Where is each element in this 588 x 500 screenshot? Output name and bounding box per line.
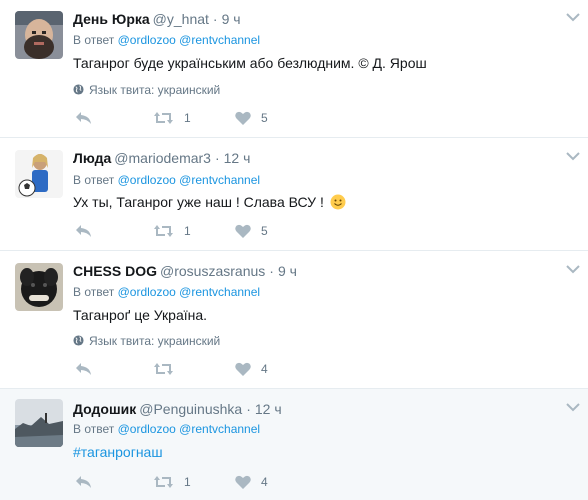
like-count: 4 xyxy=(261,475,268,489)
hashtag-link[interactable]: #таганрогнаш xyxy=(73,444,163,460)
reply-icon xyxy=(76,476,91,488)
retweet-button[interactable] xyxy=(153,361,184,377)
retweet-icon xyxy=(154,112,173,124)
reply-button[interactable] xyxy=(75,110,92,126)
tweet-text: Ух ты, Таганрог уже наш ! Слава ВСУ ! xyxy=(73,193,558,211)
tweet-text: Таганрог буде українським або безлюдним.… xyxy=(73,55,427,71)
chevron-down-icon[interactable] xyxy=(566,402,580,412)
author-name[interactable]: Люда xyxy=(73,150,111,166)
like-button[interactable]: 4 xyxy=(235,474,268,490)
heart-icon xyxy=(235,224,251,238)
author-handle[interactable]: @rosuszasranus xyxy=(160,263,265,279)
separator-dot: · xyxy=(214,150,220,166)
tweet-text: #таганрогнаш xyxy=(73,443,558,461)
avatar[interactable] xyxy=(15,263,63,311)
like-button[interactable]: 5 xyxy=(235,223,268,239)
reply-button[interactable] xyxy=(75,361,92,377)
heart-icon xyxy=(235,362,251,376)
tweet-time[interactable]: 12 ч xyxy=(255,401,282,417)
language-label: Язык твита: украинский xyxy=(89,334,221,348)
like-count: 5 xyxy=(261,111,268,125)
retweet-icon xyxy=(154,363,173,375)
reply-prefix: В ответ xyxy=(73,33,115,47)
heart-icon xyxy=(235,111,251,125)
avatar[interactable] xyxy=(15,11,63,59)
tweet-language: Язык твита: украинский xyxy=(73,334,220,348)
tweet[interactable]: Люда @mariodemar3 · 12 ч В ответ @ordlozoo … xyxy=(0,138,588,251)
avatar[interactable] xyxy=(15,399,63,447)
mention-link[interactable]: @rentvchannel xyxy=(179,285,260,299)
separator-dot: · xyxy=(269,263,274,279)
separator-dot: · xyxy=(212,11,218,27)
globe-icon xyxy=(73,84,84,95)
tweet-text-content: Ух ты, Таганрог уже наш ! Слава ВСУ ! xyxy=(73,194,324,210)
mention-link[interactable]: @rentvchannel xyxy=(179,33,260,47)
like-count: 4 xyxy=(261,362,268,376)
author-handle[interactable]: @Penguinushka xyxy=(139,401,242,417)
author-handle[interactable]: @mariodemar3 xyxy=(114,150,211,166)
retweet-button[interactable]: 1 xyxy=(153,110,191,126)
reply-context: В ответ @ordlozoo @rentvchannel xyxy=(73,173,260,187)
tweet[interactable]: Додошик @Penguinushka · 12 ч В ответ @ordlo… xyxy=(0,389,588,500)
chevron-down-icon[interactable] xyxy=(566,12,580,22)
author-handle[interactable]: @y_hnat xyxy=(153,11,209,27)
heart-icon xyxy=(235,475,251,489)
tweet-time[interactable]: 9 ч xyxy=(222,11,241,27)
retweet-button[interactable]: 1 xyxy=(153,474,191,490)
smiling-face-emoji-icon xyxy=(330,194,346,210)
retweet-count: 1 xyxy=(184,111,191,125)
chevron-down-icon[interactable] xyxy=(566,151,580,161)
language-label: Язык твита: украинский xyxy=(89,83,221,97)
retweet-icon xyxy=(154,476,173,488)
mention-link[interactable]: @rentvchannel xyxy=(179,173,260,187)
reply-context: В ответ @ordlozoo @rentvchannel xyxy=(73,422,260,436)
tweet-time[interactable]: 9 ч xyxy=(278,263,297,279)
reply-icon xyxy=(76,225,91,237)
tweet[interactable]: CHESS DOG @rosuszasranus · 9 ч В ответ @ord… xyxy=(0,251,588,389)
tweet-time[interactable]: 12 ч xyxy=(224,150,251,166)
reply-prefix: В ответ xyxy=(73,285,115,299)
globe-icon xyxy=(73,335,84,346)
like-button[interactable]: 4 xyxy=(235,361,268,377)
reply-context: В ответ @ordlozoo @rentvchannel xyxy=(73,33,260,47)
reply-prefix: В ответ xyxy=(73,422,115,436)
like-count: 5 xyxy=(261,224,268,238)
author-name[interactable]: CHESS DOG xyxy=(73,263,157,279)
reply-icon xyxy=(76,112,91,124)
retweet-count: 1 xyxy=(184,224,191,238)
author-name[interactable]: Додошик xyxy=(73,401,136,417)
reply-button[interactable] xyxy=(75,474,92,490)
like-button[interactable]: 5 xyxy=(235,110,268,126)
mention-link[interactable]: @ordlozoo xyxy=(118,173,176,187)
mention-link[interactable]: @rentvchannel xyxy=(179,422,260,436)
tweet-language: Язык твита: украинский xyxy=(73,83,220,97)
retweet-button[interactable]: 1 xyxy=(153,223,191,239)
reply-context: В ответ @ordlozoo @rentvchannel xyxy=(73,285,260,299)
reply-prefix: В ответ xyxy=(73,173,115,187)
tweet[interactable]: День Юрка @y_hnat · 9 ч В ответ @ordlozoo @… xyxy=(0,0,588,138)
mention-link[interactable]: @ordlozoo xyxy=(118,285,176,299)
tweet-text: Таганроґ це Україна. xyxy=(73,307,208,323)
mention-link[interactable]: @ordlozoo xyxy=(118,33,176,47)
mention-link[interactable]: @ordlozoo xyxy=(118,422,176,436)
separator-dot: · xyxy=(246,401,251,417)
retweet-icon xyxy=(154,225,173,237)
reply-button[interactable] xyxy=(75,223,92,239)
reply-icon xyxy=(76,363,91,375)
author-name[interactable]: День Юрка xyxy=(73,11,150,27)
retweet-count: 1 xyxy=(184,475,191,489)
avatar[interactable] xyxy=(15,150,63,198)
chevron-down-icon[interactable] xyxy=(566,264,580,274)
